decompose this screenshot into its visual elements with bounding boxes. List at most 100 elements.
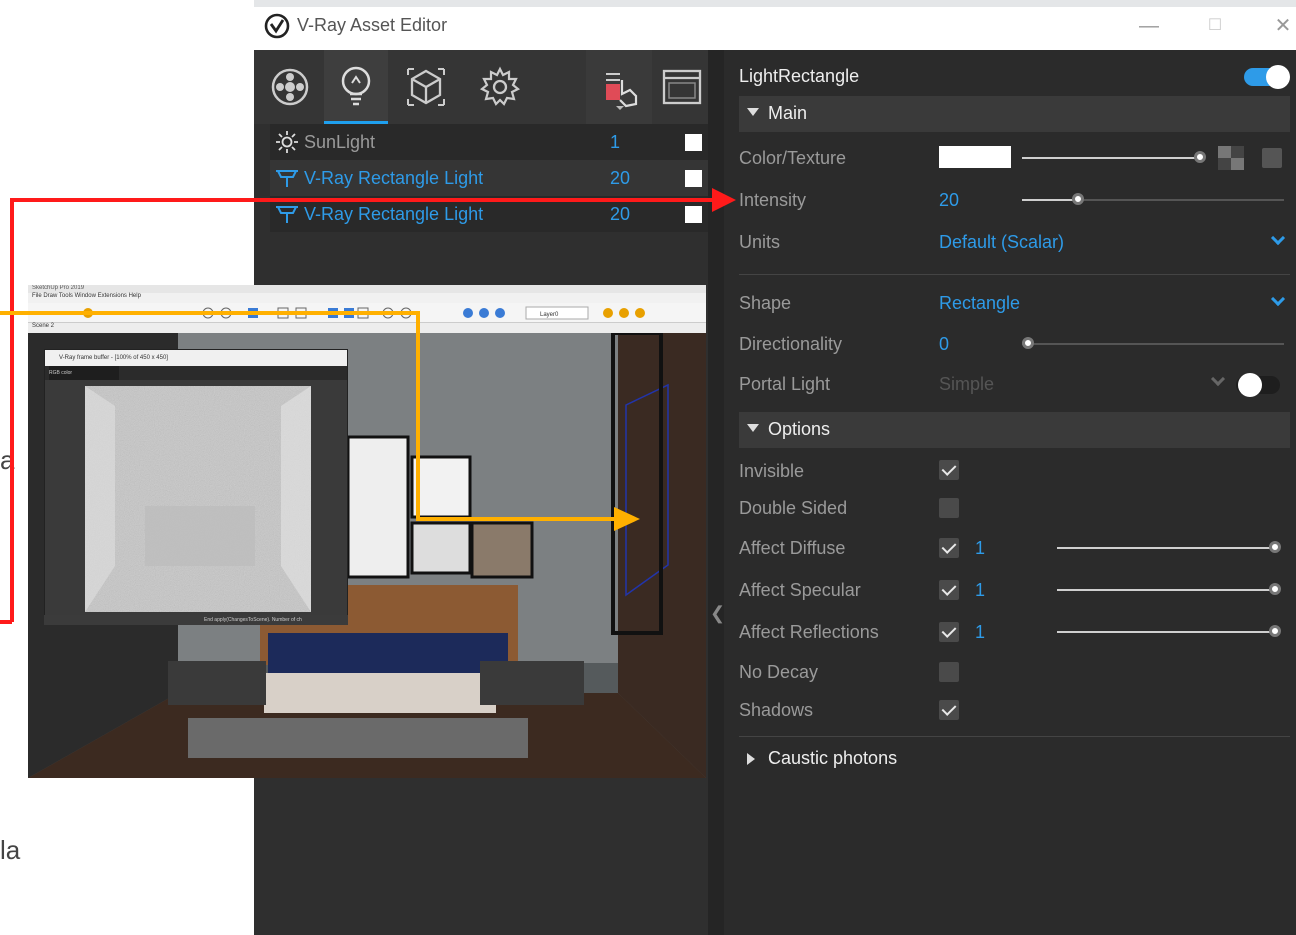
portal-light-dropdown[interactable]: Simple [939,374,994,395]
directionality-value[interactable]: 0 [939,334,949,355]
sketchup-tool-icons: Layer0 [83,306,645,320]
section-options[interactable]: Options [739,412,1290,448]
slider-knob[interactable] [1194,151,1206,163]
category-toolbar [254,50,708,124]
shadows-checkbox[interactable] [939,700,959,720]
shadows-label: Shadows [739,700,814,720]
color-swatch[interactable] [939,146,1011,168]
directionality-slider[interactable] [1022,343,1284,345]
list-item[interactable]: SunLight 1 [270,124,708,160]
collapse-arrow-icon[interactable]: ❮ [710,603,725,624]
tab-materials[interactable] [258,50,322,124]
light-value: 20 [610,203,631,224]
section-main[interactable]: Main [739,96,1290,132]
affect-specular-label: Affect Specular [739,580,861,600]
slider-knob[interactable] [1071,193,1084,205]
vfb-title: V-Ray frame buffer - [100% of 450 x 450] [45,350,347,366]
tab-settings[interactable] [468,50,532,124]
affect-reflections-checkbox[interactable] [939,622,959,642]
divider [739,736,1290,737]
doc-text-fragment: la [0,835,21,865]
vfb-channel-select[interactable]: RGB color [49,366,119,380]
slider-knob[interactable] [1269,625,1281,637]
render-tools-button[interactable] [586,50,652,124]
intensity-slider[interactable] [1022,199,1284,201]
properties-panel: LightRectangle Main Color/Texture Intens… [724,50,1296,935]
color-multiplier-slider[interactable] [1022,157,1202,159]
affect-diffuse-label: Affect Diffuse [739,538,846,558]
doc-text-fragment: a [0,445,15,475]
intensity-slider-fill [1022,199,1080,201]
chevron-down-icon[interactable] [1270,230,1286,246]
light-enable-checkbox[interactable] [685,169,702,187]
slider-knob[interactable] [1022,337,1034,349]
double-sided-checkbox[interactable] [939,498,959,518]
geometry-icon [407,68,445,106]
no-decay-label: No Decay [739,662,819,682]
vfb-status: End apply(ChangesToScene). Number of ch [44,615,348,625]
layer-dropdown: Layer0 [540,312,559,318]
light-name: V-Ray Rectangle Light [304,203,484,224]
close-button[interactable]: ✕ [1268,11,1296,41]
light-list: SunLight 1 V-Ray Rectangle Light 20 V-Ra… [270,124,708,232]
portal-light-toggle[interactable] [1236,373,1280,397]
texture-map-button[interactable] [1218,146,1244,170]
shape-label: Shape [739,293,792,313]
asset-enable-toggle[interactable] [1244,65,1290,89]
light-enable-checkbox[interactable] [685,133,702,151]
vfb-toolbar: RGB color [45,366,347,380]
texture-enable-checkbox[interactable] [1262,148,1282,168]
sketchup-menu: File Draw Tools Window Extensions Help [28,293,706,303]
tab-geometry[interactable] [394,50,458,124]
color-texture-label: Color/Texture [739,148,847,168]
rect-light-icon [276,206,298,223]
section-collapsed-icon [747,753,755,765]
section-title: Caustic photons [768,748,898,768]
chevron-down-icon[interactable] [1210,371,1226,387]
section-title: Main [768,103,808,123]
intensity-value[interactable]: 20 [939,190,959,211]
vray-logo-icon [264,13,290,39]
affect-specular-slider[interactable] [1057,589,1277,591]
affect-reflections-value[interactable]: 1 [975,622,985,643]
window-title: V-Ray Asset Editor [297,15,448,35]
affect-diffuse-slider[interactable] [1057,547,1277,549]
slider-knob[interactable] [1269,583,1281,595]
light-name: V-Ray Rectangle Light [304,167,484,188]
sketchup-toolbar: Layer0 [28,303,706,323]
minimize-button[interactable]: — [1134,11,1164,41]
light-enable-checkbox[interactable] [685,205,702,223]
chevron-down-icon[interactable] [1270,291,1286,307]
light-value: 20 [610,167,631,188]
affect-reflections-slider[interactable] [1057,631,1277,633]
maximize-button[interactable]: ☐ [1200,11,1230,41]
light-value: 1 [610,131,621,152]
units-label: Units [739,232,781,252]
lights-icon [341,66,371,105]
affect-specular-value[interactable]: 1 [975,580,985,601]
slider-knob[interactable] [1269,541,1281,553]
double-sided-label: Double Sided [739,498,848,518]
list-item[interactable]: V-Ray Rectangle Light 20 [270,196,708,232]
no-decay-checkbox[interactable] [939,662,959,682]
section-caustic-photons[interactable]: Caustic photons [739,744,1290,776]
noisy-render-preview [85,386,311,612]
scene-tab: Scene 2 [28,323,706,333]
directionality-label: Directionality [739,334,843,354]
list-item[interactable]: V-Ray Rectangle Light 20 [270,160,708,196]
section-title: Options [768,419,831,439]
tab-lights[interactable] [324,50,388,124]
sketchup-screenshot: SketchUp Pro 2019 File Draw Tools Window… [28,285,706,778]
sun-icon [276,131,298,153]
light-name: SunLight [304,131,376,152]
panel-splitter[interactable]: ❮ [708,50,725,935]
affect-diffuse-value[interactable]: 1 [975,538,985,559]
affect-diffuse-checkbox[interactable] [939,538,959,558]
units-dropdown[interactable]: Default (Scalar) [939,232,1064,253]
shape-dropdown[interactable]: Rectangle [939,293,1020,314]
settings-icon [479,66,521,106]
frame-buffer-button[interactable] [656,50,708,124]
title-bar: V-Ray Asset Editor — ☐ ✕ [254,0,1296,50]
invisible-checkbox[interactable] [939,460,959,480]
affect-specular-checkbox[interactable] [939,580,959,600]
